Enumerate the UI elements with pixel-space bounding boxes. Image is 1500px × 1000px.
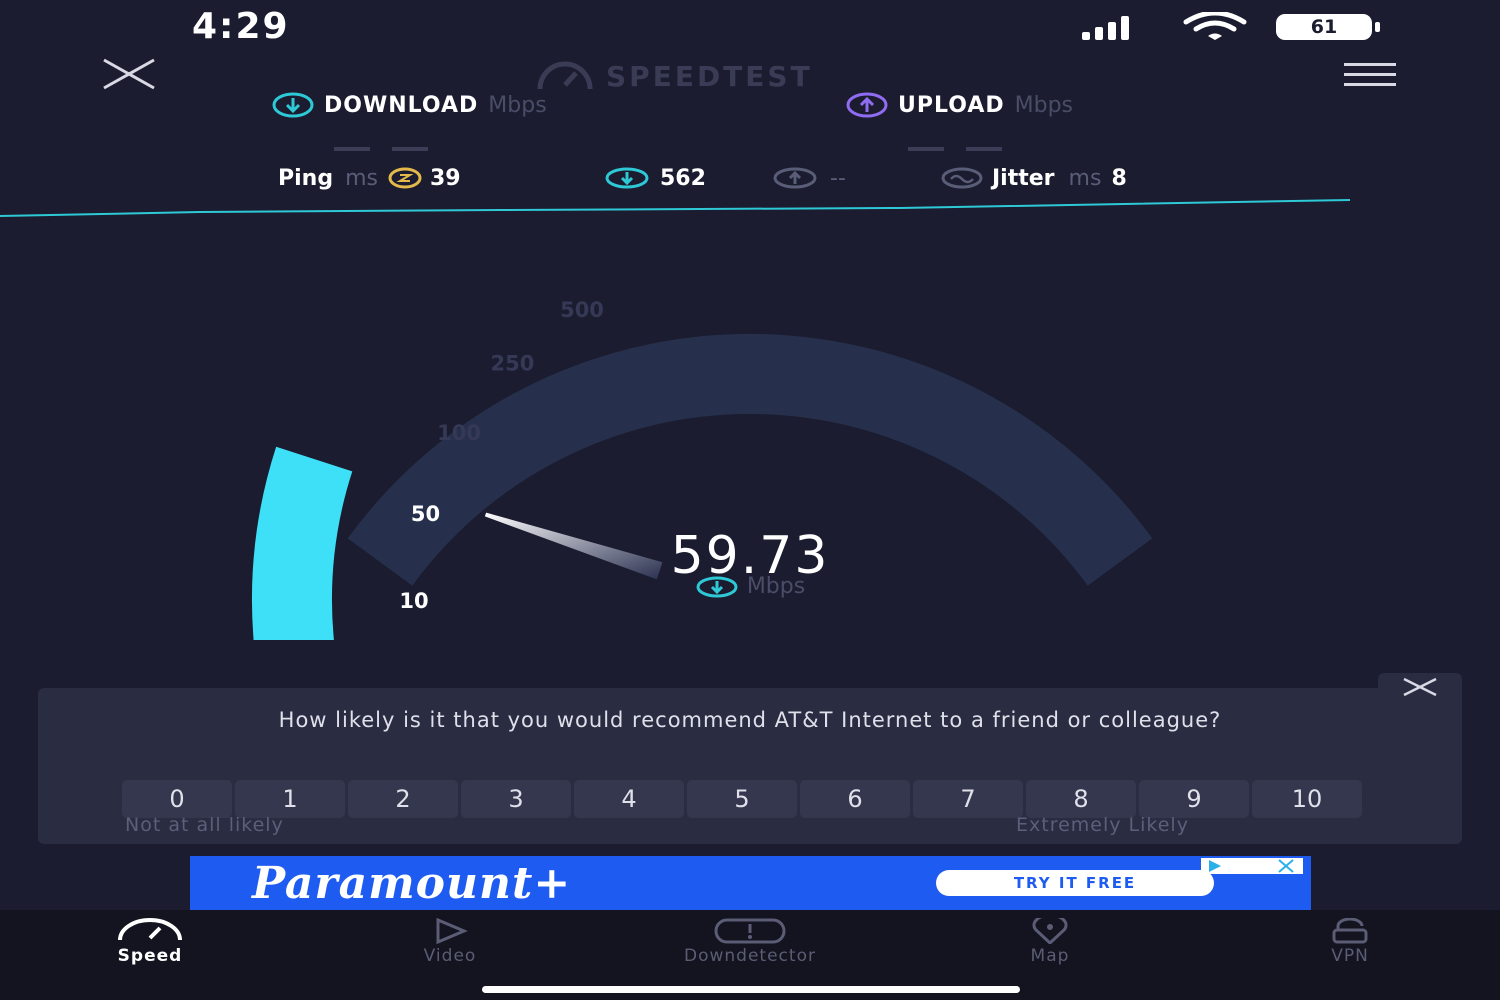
speed-graph-line [0,199,1351,217]
upload-latency-icon [773,167,817,189]
video-icon [436,918,468,944]
scale-high-label: Extremely Likely [1016,814,1189,836]
upload-latency-stat: -- [772,162,846,194]
ad-choices-icon[interactable] [1201,858,1303,874]
jitter-label: Jitter [992,165,1055,191]
jitter-icon [941,167,983,189]
map-icon [1032,918,1068,944]
speed-unit-label: Mbps [746,574,806,599]
nps-option-4[interactable]: 4 [574,780,684,818]
tab-video-label: Video [423,946,477,966]
current-speed-unit: Mbps [600,574,900,599]
tab-vpn-label: VPN [1331,946,1369,966]
download-arrow-icon [696,576,738,597]
wifi-icon [1183,12,1247,40]
ping-value: 39 [429,165,461,191]
upload-value-placeholder [908,136,1024,151]
ping-stat: Ping ms 39 [278,162,461,194]
tab-map-label: Map [1030,946,1070,966]
gauge-fill [252,446,353,640]
cellular-signal-icon [1082,16,1129,40]
nps-option-3[interactable]: 3 [461,780,571,818]
download-value-placeholder [334,136,450,151]
tab-map[interactable]: Map [950,918,1150,966]
vpn-icon [1332,918,1368,944]
close-icon [1403,677,1437,697]
nps-option-6[interactable]: 6 [800,780,910,818]
home-indicator [482,986,1020,993]
nps-option-2[interactable]: 2 [348,780,458,818]
gauge-tick-label: 50 [411,502,440,526]
tab-video[interactable]: Video [350,918,550,966]
nps-option-5[interactable]: 5 [687,780,797,818]
scale-low-label: Not at all likely [125,814,284,836]
download-arrow-icon [272,92,314,118]
download-latency-icon [605,167,649,189]
ping-label: Ping [278,165,334,191]
gauge-tick-label: 250 [490,351,534,375]
upload-latency-value: -- [830,165,846,191]
nps-option-1[interactable]: 1 [235,780,345,818]
ad-banner[interactable]: Paramount+ TRY IT FREE [190,856,1311,910]
ad-brand-logo: Paramount+ [252,858,572,909]
tab-vpn[interactable]: VPN [1250,918,1450,966]
ad-cta-button[interactable]: TRY IT FREE [936,870,1214,896]
status-time: 4:29 [192,6,290,47]
survey-close-button[interactable] [1378,673,1462,699]
download-latency-value: 562 [660,165,706,191]
downdetector-icon [714,918,786,944]
nps-option-10[interactable]: 10 [1252,780,1362,818]
nps-option-0[interactable]: 0 [122,780,232,818]
speed-icon [118,918,182,941]
nps-option-7[interactable]: 7 [913,780,1023,818]
speedtest-logo: SPEEDTEST [534,58,813,94]
jitter-unit: ms [1068,165,1102,191]
tab-speed-label: Speed [117,946,183,966]
download-unit: Mbps [488,92,547,118]
gauge-tick-label: 10 [399,589,428,613]
speedtest-gauge-icon [537,61,593,90]
download-latency-stat: 562 [604,162,706,194]
hamburger-menu-icon[interactable] [1344,62,1396,88]
nps-option-9[interactable]: 9 [1139,780,1249,818]
ping-idle-icon [388,167,422,189]
nps-option-8[interactable]: 8 [1026,780,1136,818]
gauge-tick-label: 100 [437,421,481,445]
gauge-tick-label: 500 [560,300,604,322]
battery-indicator: 61 [1276,14,1382,40]
upload-arrow-icon [846,92,888,118]
tab-downdetector-label: Downdetector [684,946,816,966]
jitter-stat: Jitter ms 8 [940,162,1127,194]
survey-question: How likely is it that you would recommen… [278,708,1222,732]
battery-level: 61 [1310,16,1338,38]
tab-downdetector[interactable]: Downdetector [650,918,850,966]
ping-unit: ms [345,165,378,191]
upload-label: UPLOAD [898,92,1005,118]
download-label: DOWNLOAD [324,92,479,118]
download-metric: DOWNLOAD Mbps [272,90,547,120]
jitter-value: 8 [1111,165,1127,191]
close-icon[interactable] [100,56,158,92]
upload-unit: Mbps [1014,92,1073,118]
tab-speed[interactable]: Speed [50,918,250,966]
nps-scale: 0 1 2 3 4 5 6 7 8 9 10 [122,780,1365,818]
upload-metric: UPLOAD Mbps [846,90,1073,120]
brand-name: SPEEDTEST [606,59,813,93]
